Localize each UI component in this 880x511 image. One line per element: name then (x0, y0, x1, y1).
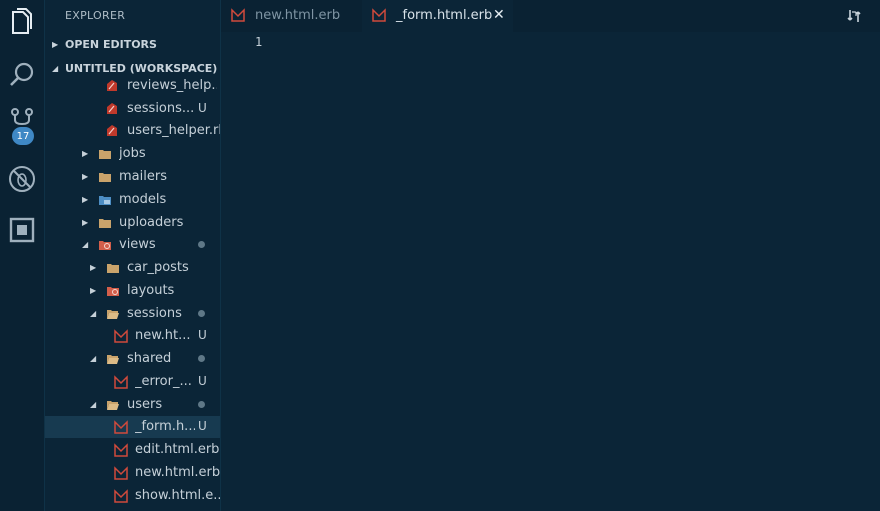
tree-item-views[interactable]: ◢ views (45, 234, 220, 256)
folder-icon (99, 219, 111, 228)
section-open-editors[interactable]: ▶ OPEN EDITORS (45, 34, 220, 54)
editor-tab-bar: new.html.erb _form.html.erb ✕ (221, 0, 880, 32)
untracked-badge: U (198, 328, 207, 342)
tree-item-mailers[interactable]: ▶ mailers (45, 166, 220, 188)
ruby-file-icon (107, 80, 117, 91)
compare-changes-icon[interactable] (846, 8, 862, 24)
tab-form-html-erb[interactable]: _form.html.erb ✕ (362, 0, 513, 32)
erb-file-icon (114, 375, 128, 389)
extensions-button[interactable] (0, 208, 44, 252)
files-icon (12, 8, 32, 34)
tab-new-html-erb[interactable]: new.html.erb (221, 0, 361, 32)
tree-item-sessions-folder[interactable]: ◢ sessions (45, 303, 220, 325)
erb-file-icon (114, 420, 128, 434)
untracked-badge: U (198, 101, 207, 115)
activity-bar: 17 (0, 0, 45, 511)
erb-file-icon (114, 329, 128, 343)
extensions-icon (9, 217, 35, 243)
folder-open-icon (107, 355, 119, 364)
chevron-right-icon: ▶ (90, 286, 97, 295)
chevron-down-icon: ◢ (90, 309, 97, 318)
editor-area[interactable]: 1 (221, 32, 880, 511)
line-number: 1 (255, 35, 263, 49)
explorer-button[interactable] (0, 0, 44, 44)
scm-badge: 17 (12, 127, 34, 145)
untracked-badge: U (198, 374, 207, 388)
erb-file-icon (114, 466, 128, 480)
debug-icon (9, 166, 35, 192)
tree-item-users-form[interactable]: _form.h... U (45, 416, 220, 438)
search-icon (10, 62, 34, 86)
tree-item-users-helper[interactable]: users_helper.rb (45, 120, 220, 142)
tree-item-error-messages[interactable]: _error_... U (45, 371, 220, 393)
erb-file-icon (114, 443, 128, 457)
tree-item-users-show[interactable]: show.html.e... (45, 485, 220, 507)
modified-dot (198, 355, 205, 362)
folder-open-icon (107, 310, 119, 319)
tree-item-layouts[interactable]: ▶ layouts (45, 280, 220, 302)
models-folder-icon (99, 196, 111, 205)
tree-item-users-edit[interactable]: edit.html.erb (45, 439, 220, 461)
chevron-right-icon: ▶ (52, 39, 59, 49)
debug-button[interactable] (0, 157, 44, 201)
tree-item-sessions-new[interactable]: new.ht... U (45, 325, 220, 347)
modified-dot (198, 241, 205, 248)
chevron-down-icon: ◢ (90, 354, 97, 363)
tree-item-sessions-helper[interactable]: sessions... U (45, 98, 220, 120)
tree-item-users[interactable]: ◢ users (45, 394, 220, 416)
tree-item-models[interactable]: ▶ models (45, 189, 220, 211)
close-icon[interactable]: ✕ (493, 7, 505, 23)
erb-file-icon (231, 8, 245, 22)
chevron-right-icon: ▶ (82, 218, 89, 227)
folder-icon (99, 173, 111, 182)
chevron-right-icon: ▶ (82, 172, 89, 181)
untracked-badge: U (198, 419, 207, 433)
ruby-file-icon (107, 125, 117, 136)
layouts-folder-icon (107, 287, 119, 296)
tree-item-uploaders[interactable]: ▶ uploaders (45, 212, 220, 234)
erb-file-icon (372, 8, 386, 22)
chevron-down-icon: ◢ (82, 240, 89, 249)
chevron-down-icon: ◢ (52, 63, 59, 73)
chevron-right-icon: ▶ (82, 149, 89, 158)
tree-item-reviews-helper[interactable]: reviews_help... (45, 75, 220, 97)
chevron-right-icon: ▶ (82, 195, 89, 204)
folder-open-icon (107, 401, 119, 410)
chevron-down-icon: ◢ (90, 400, 97, 409)
modified-dot (198, 401, 205, 408)
modified-dot (198, 310, 205, 317)
ruby-file-icon (107, 103, 117, 114)
folder-icon (99, 150, 111, 159)
sidebar-title: EXPLORER (65, 9, 126, 22)
views-folder-icon (99, 241, 111, 250)
folder-icon (107, 264, 119, 273)
tree-item-shared[interactable]: ◢ shared (45, 348, 220, 370)
tree-item-car-posts[interactable]: ▶ car_posts (45, 257, 220, 279)
explorer-sidebar: EXPLORER ▶ OPEN EDITORS ◢ UNTITLED (WORK… (45, 0, 221, 511)
tree-item-jobs[interactable]: ▶ jobs (45, 143, 220, 165)
erb-file-icon (114, 489, 128, 503)
tree-item-users-new[interactable]: new.html.erb (45, 462, 220, 484)
chevron-right-icon: ▶ (90, 263, 97, 272)
search-button[interactable] (0, 53, 44, 97)
